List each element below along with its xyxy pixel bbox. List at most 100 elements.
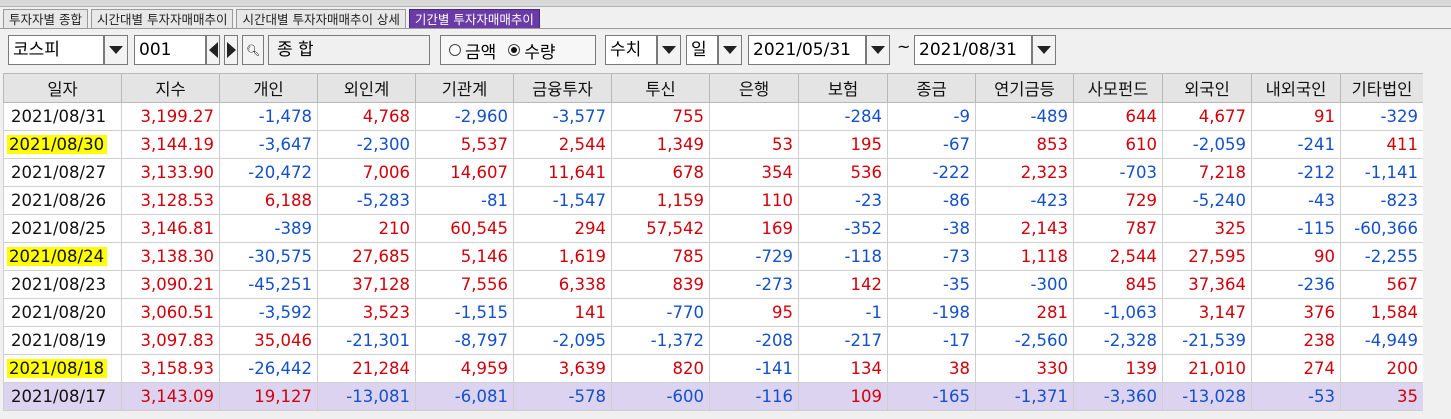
value-cell: -1,547: [513, 186, 612, 215]
value-cell: -2,059: [1162, 130, 1252, 159]
value-cell: -17: [887, 326, 976, 355]
value-cell: 6,188: [219, 186, 318, 215]
market-select[interactable]: 코스피: [8, 35, 104, 65]
table-row[interactable]: 2021/08/24 3,138.30 -30,575 27,685 5,146 1,61…: [3, 242, 1424, 271]
column-header[interactable]: 보험: [798, 73, 888, 103]
value-cell: -2,960: [415, 102, 514, 131]
table-row[interactable]: 2021/08/27 3,133.90 -20,472 7,006 14,607 11,6…: [3, 158, 1424, 187]
value-cell: 325: [1162, 214, 1252, 243]
value-cell: -241: [1251, 130, 1341, 159]
value-cell: -300: [975, 270, 1074, 299]
column-header[interactable]: 기타법인: [1340, 73, 1424, 103]
column-header[interactable]: 투신: [611, 73, 710, 103]
table-row[interactable]: 2021/08/25 3,146.81 -389 210 60,545 294 57,542…: [3, 214, 1424, 243]
value-cell: 785: [611, 242, 710, 271]
value-cell: 53: [709, 130, 799, 159]
radio-amount[interactable]: 금액: [449, 38, 496, 63]
value-cell: 3,090.21: [121, 270, 220, 299]
market-dropdown-button[interactable]: [104, 35, 128, 65]
column-header[interactable]: 은행: [709, 73, 799, 103]
value-cell: -222: [887, 158, 976, 187]
value-cell: 2,323: [975, 158, 1074, 187]
value-cell: 820: [611, 354, 710, 383]
date-range-tilde: ~: [897, 37, 911, 56]
value-cell: 5,146: [415, 242, 514, 271]
value-cell: 376: [1251, 298, 1341, 327]
date-to-calendar-button[interactable]: [1032, 35, 1056, 65]
column-header[interactable]: 지수: [121, 73, 220, 103]
value-cell: -60,366: [1340, 214, 1424, 243]
column-header[interactable]: 일자: [3, 73, 122, 103]
table-row[interactable]: 2021/08/26 3,128.53 6,188 -5,283 -81 -1,547 1,…: [3, 186, 1424, 215]
value-cell: 134: [798, 354, 888, 383]
tab-investor-summary[interactable]: 투자자별 종합: [3, 9, 88, 28]
value-cell: 3,060.51: [121, 298, 220, 327]
column-header[interactable]: 개인: [219, 73, 318, 103]
date-text: 2021/08/19: [11, 331, 107, 350]
value-cell: 91: [1251, 102, 1341, 131]
date-cell: 2021/08/19: [3, 326, 122, 355]
search-button[interactable]: 🔍︎: [242, 35, 264, 65]
tab-hourly-trend[interactable]: 시간대별 투자자매매추이: [90, 9, 234, 28]
table-row[interactable]: 2021/08/17 3,143.09 19,127 -13,081 -6,081 -57…: [3, 382, 1424, 411]
value-cell: 644: [1073, 102, 1163, 131]
value-cell: -3,592: [219, 298, 318, 327]
table-row[interactable]: 2021/08/20 3,060.51 -3,592 3,523 -1,515 141 -7…: [3, 298, 1424, 327]
value-cell: -729: [709, 242, 799, 271]
table-row[interactable]: 2021/08/18 3,158.93 -26,442 21,284 4,959 3,63…: [3, 354, 1424, 383]
value-cell: 14,607: [415, 158, 514, 187]
value-cell: 141: [513, 298, 612, 327]
tab-hourly-trend-detail[interactable]: 시간대별 투자자매매추이 상세: [236, 9, 406, 28]
value-type-dropdown-button[interactable]: [657, 35, 681, 65]
value-cell: -73: [887, 242, 976, 271]
value-cell: 536: [798, 158, 888, 187]
amount-qty-radio-group: 금액 수량: [440, 35, 596, 65]
column-header[interactable]: 연기금등: [975, 73, 1074, 103]
table-header-row: 일자 지수 개인 외인계 기관계 금융투자 투신 은행 보험 종금 연기금등 사모펀드 외국인 내외국인 기…: [3, 73, 1424, 103]
value-cell: 3,523: [317, 298, 416, 327]
value-cell: -600: [611, 382, 710, 411]
value-cell: 238: [1251, 326, 1341, 355]
value-cell: 60,545: [415, 214, 514, 243]
column-header[interactable]: 내외국인: [1251, 73, 1341, 103]
value-cell: 3,639: [513, 354, 612, 383]
code-input[interactable]: 001: [134, 35, 206, 65]
column-header[interactable]: 기관계: [415, 73, 514, 103]
value-cell: -2,328: [1073, 326, 1163, 355]
column-header[interactable]: 금융투자: [513, 73, 612, 103]
value-cell: 2,544: [1073, 242, 1163, 271]
index-name-display: 종 합: [268, 35, 430, 65]
next-code-button[interactable]: [224, 35, 238, 65]
date-text: 2021/08/31: [11, 107, 107, 126]
date-cell: 2021/08/18: [3, 354, 122, 383]
value-cell: [709, 102, 799, 131]
column-header[interactable]: 외인계: [317, 73, 416, 103]
column-header[interactable]: 종금: [887, 73, 976, 103]
tab-period-trend[interactable]: 기간별 투자자매매추이: [408, 9, 540, 28]
value-cell: -489: [975, 102, 1074, 131]
date-to-input[interactable]: 2021/08/31: [914, 35, 1032, 65]
date-cell: 2021/08/17: [3, 382, 122, 411]
value-cell: 4,768: [317, 102, 416, 131]
table-row[interactable]: 2021/08/19 3,097.83 35,046 -21,301 -8,797 -2,…: [3, 326, 1424, 355]
table-row[interactable]: 2021/08/23 3,090.21 -45,251 37,128 7,556 6,33…: [3, 270, 1424, 299]
table-row[interactable]: 2021/08/30 3,144.19 -3,647 -2,300 5,537 2,544…: [3, 130, 1424, 159]
highlighted-date: 2021/08/30: [7, 135, 108, 154]
date-text: 2021/08/27: [11, 163, 107, 182]
value-cell: -43: [1251, 186, 1341, 215]
date-cell: 2021/08/20: [3, 298, 122, 327]
table-row[interactable]: 2021/08/31 3,199.27 -1,478 4,768 -2,960 -3,57…: [3, 102, 1424, 131]
value-type-select[interactable]: 수치: [605, 35, 657, 65]
value-cell: -236: [1251, 270, 1341, 299]
radio-quantity[interactable]: 수량: [508, 38, 556, 63]
value-cell: 787: [1073, 214, 1163, 243]
value-cell: 38: [887, 354, 976, 383]
column-header[interactable]: 외국인: [1162, 73, 1252, 103]
period-select[interactable]: 일: [686, 35, 718, 65]
column-header[interactable]: 사모펀드: [1073, 73, 1163, 103]
date-from-calendar-button[interactable]: [866, 35, 890, 65]
prev-code-button[interactable]: [206, 35, 220, 65]
period-dropdown-button[interactable]: [718, 35, 742, 65]
date-from-input[interactable]: 2021/05/31: [748, 35, 866, 65]
value-cell: 142: [798, 270, 888, 299]
